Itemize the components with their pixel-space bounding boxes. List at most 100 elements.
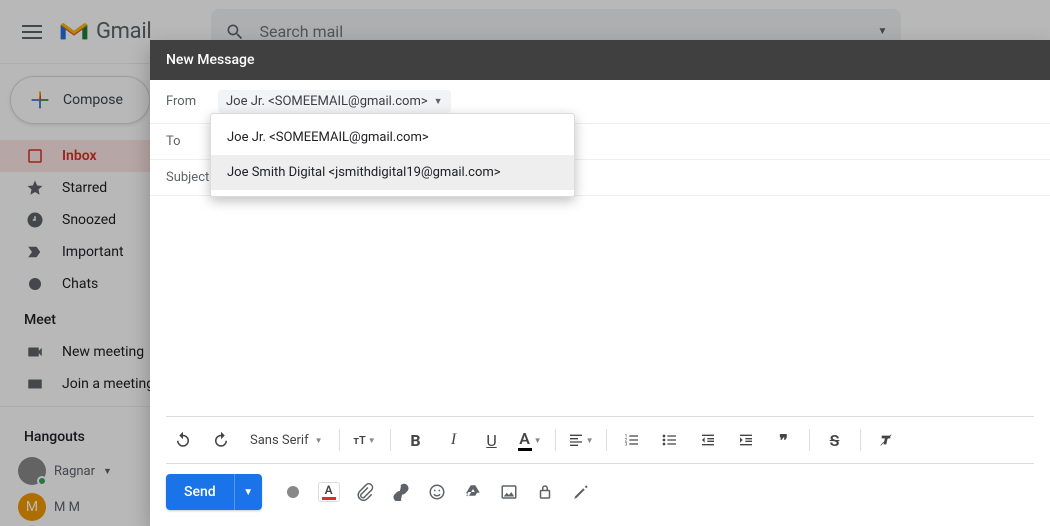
indent-more-button[interactable] (729, 425, 763, 455)
align-icon (568, 432, 584, 448)
chevron-down-icon: ▼ (434, 96, 443, 107)
drive-button[interactable] (462, 481, 484, 503)
redo-icon (212, 431, 230, 449)
font-selector[interactable]: Sans Serif▼ (242, 425, 331, 455)
from-selector[interactable]: Joe Jr. <SOMEEMAIL@gmail.com> ▼ (218, 90, 451, 113)
compose-button[interactable]: Compose (10, 76, 150, 124)
font-label: Sans Serif (250, 433, 309, 448)
avatar: M (18, 493, 46, 521)
avatar (18, 457, 46, 485)
bold-icon: B (410, 431, 420, 450)
clear-format-icon (878, 432, 894, 448)
inbox-icon (26, 147, 44, 165)
paperclip-icon (356, 483, 374, 501)
align-button[interactable]: ▼ (564, 425, 598, 455)
image-button[interactable] (498, 481, 520, 503)
text-color-action[interactable]: A (318, 481, 340, 503)
italic-button[interactable]: I (437, 425, 471, 455)
emoji-icon (428, 483, 446, 501)
numbered-list-icon: 123 (624, 432, 640, 448)
undo-icon (174, 431, 192, 449)
bullet-list-icon (662, 432, 678, 448)
quote-icon: ❞ (779, 431, 788, 450)
separator (860, 429, 861, 451)
sidebar-item-label: Join a meeting (62, 376, 154, 392)
undo-button[interactable] (166, 425, 200, 455)
svg-text:3: 3 (624, 441, 627, 447)
from-label: From (166, 94, 210, 109)
sidebar-item-label: New meeting (62, 344, 144, 360)
star-icon (26, 179, 44, 197)
search-icon (225, 22, 245, 42)
sidebar-item-label: Snoozed (62, 212, 116, 228)
chevron-down-icon: ▼ (368, 436, 376, 445)
confidential-button[interactable] (534, 481, 556, 503)
italic-icon: I (451, 431, 456, 449)
gmail-logo: Gmail (58, 19, 151, 44)
redo-button[interactable] (204, 425, 238, 455)
pen-icon (572, 483, 590, 501)
indent-more-icon (738, 432, 754, 448)
text-color-icon: A (318, 482, 340, 502)
separator (809, 429, 810, 451)
to-label: To (166, 134, 210, 149)
send-options-button[interactable]: ▼ (234, 474, 262, 510)
separator (390, 429, 391, 451)
separator (606, 429, 607, 451)
signature-button[interactable] (570, 481, 592, 503)
keyboard-icon (26, 375, 44, 393)
chevron-down-icon: ▼ (534, 436, 542, 445)
formatting-icon (284, 483, 302, 501)
hangouts-self-name: Ragnar (54, 464, 95, 479)
format-toolbar: Sans Serif▼ тT▼ B I U A▼ ▼ 123 ❞ S (166, 416, 1034, 464)
text-color-icon: A (518, 429, 532, 451)
from-dropdown: Joe Jr. <SOMEEMAIL@gmail.com> Joe Smith … (210, 113, 575, 197)
font-size-icon: тT (353, 434, 365, 447)
quote-button[interactable]: ❞ (767, 425, 801, 455)
video-icon (26, 343, 44, 361)
from-option[interactable]: Joe Jr. <SOMEEMAIL@gmail.com> (211, 120, 574, 155)
separator (555, 429, 556, 451)
send-button-group: Send ▼ (166, 474, 262, 510)
sidebar-item-label: Starred (62, 180, 107, 196)
subject-label: Subject (166, 170, 210, 185)
search-options-caret-icon[interactable]: ▼ (878, 26, 888, 37)
chat-icon (26, 275, 44, 293)
underline-icon: U (486, 431, 496, 450)
underline-button[interactable]: U (475, 425, 509, 455)
chevron-down-icon: ▼ (586, 436, 594, 445)
presence-dot (37, 476, 47, 486)
bullet-list-button[interactable] (653, 425, 687, 455)
sidebar-item-label: Chats (62, 276, 98, 292)
chevron-down-icon[interactable]: ▼ (103, 466, 112, 477)
bold-button[interactable]: B (399, 425, 433, 455)
send-button[interactable]: Send (166, 474, 234, 510)
sidebar-item-label: Important (62, 244, 124, 260)
indent-less-icon (700, 432, 716, 448)
strikethrough-button[interactable]: S (818, 425, 852, 455)
clear-format-button[interactable] (869, 425, 903, 455)
font-size-button[interactable]: тT▼ (348, 425, 382, 455)
compose-body[interactable] (150, 196, 1050, 416)
numbered-list-button[interactable]: 123 (615, 425, 649, 455)
clock-icon (26, 211, 44, 229)
hangouts-contact-name: M M (54, 500, 80, 515)
search-input[interactable] (259, 22, 877, 41)
gmail-logo-text: Gmail (96, 19, 151, 44)
from-option[interactable]: Joe Smith Digital <jsmithdigital19@gmail… (211, 155, 574, 190)
emoji-button[interactable] (426, 481, 448, 503)
compose-actions: Send ▼ A (150, 474, 1050, 526)
attach-button[interactable] (354, 481, 376, 503)
image-icon (500, 483, 518, 501)
indent-less-button[interactable] (691, 425, 725, 455)
gmail-logo-icon (58, 20, 90, 44)
plus-icon (29, 89, 51, 111)
text-color-button[interactable]: A▼ (513, 425, 547, 455)
sidebar-item-label: Inbox (62, 148, 97, 164)
link-button[interactable] (390, 481, 412, 503)
compose-label: Compose (63, 92, 123, 108)
formatting-button[interactable] (282, 481, 304, 503)
main-menu-icon[interactable] (8, 8, 56, 56)
compose-title: New Message (150, 40, 1050, 80)
avatar-initial: M (26, 499, 38, 515)
